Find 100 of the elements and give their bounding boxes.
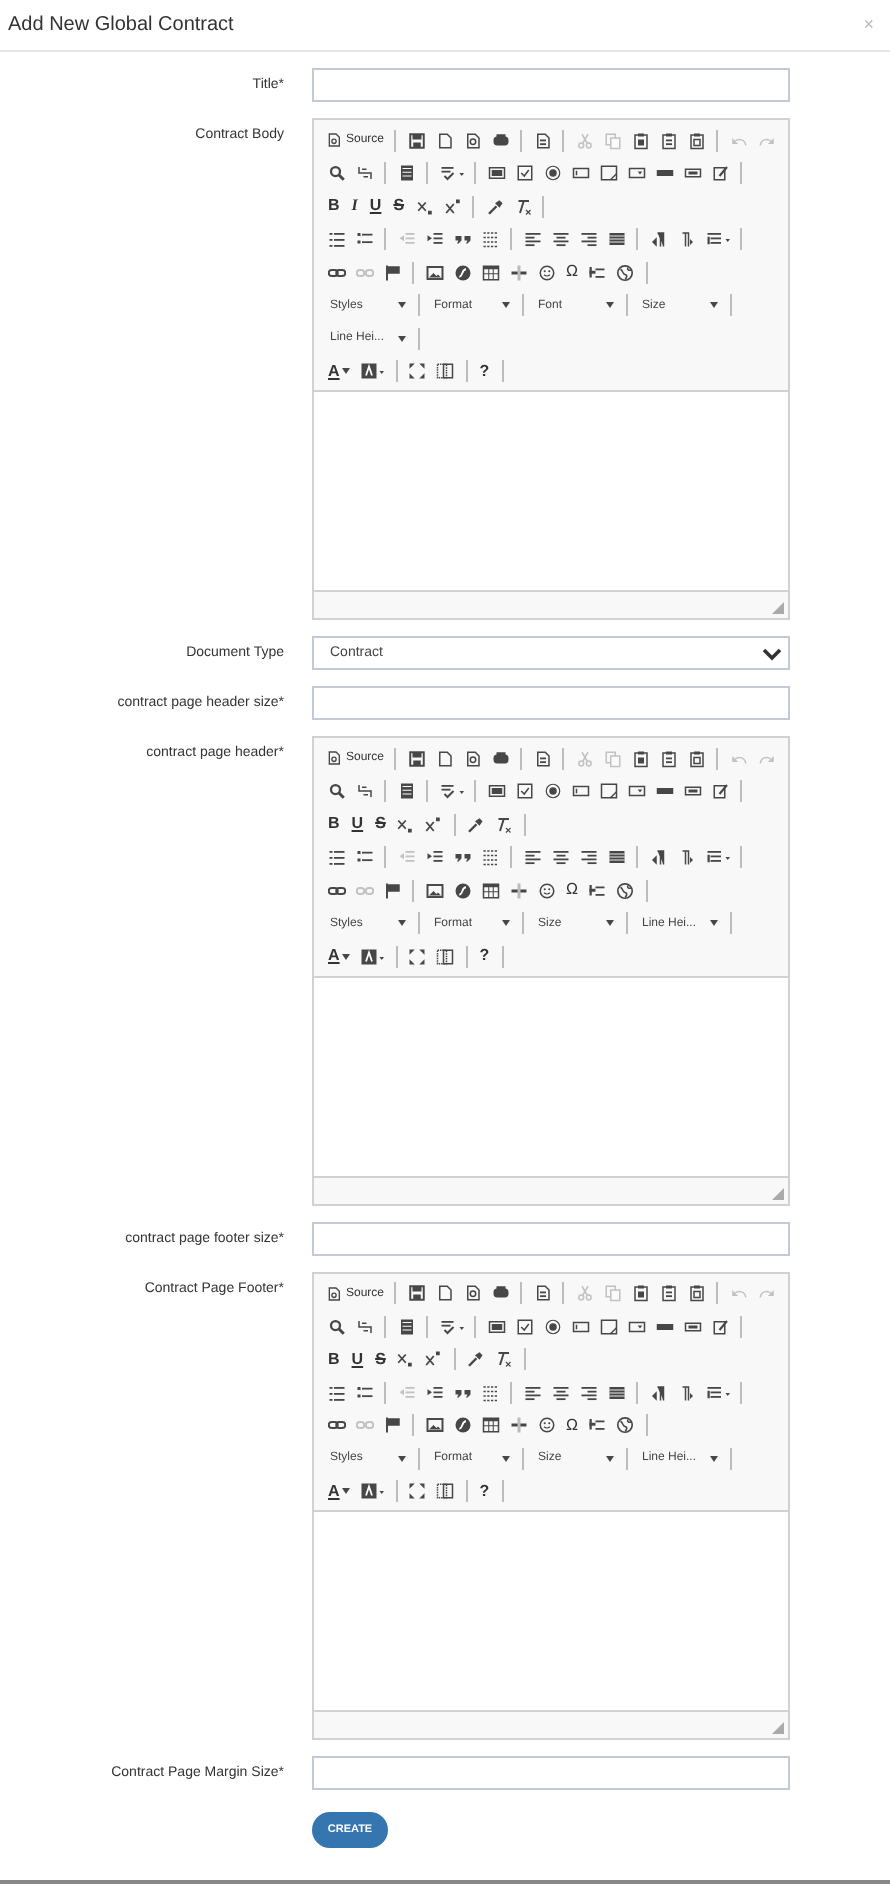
left-to-right-icon[interactable] — [649, 848, 667, 867]
bulleted-list-icon[interactable] — [355, 1383, 373, 1402]
save-icon[interactable] — [407, 749, 426, 768]
superscript-icon[interactable] — [424, 1350, 443, 1369]
template-icon[interactable] — [533, 131, 552, 150]
link-icon[interactable] — [327, 881, 345, 900]
language-icon[interactable] — [705, 848, 729, 867]
select-all-icon[interactable] — [397, 164, 415, 183]
form-icon[interactable] — [487, 782, 505, 801]
resize-grip-icon[interactable] — [772, 602, 784, 614]
quote-icon[interactable] — [453, 848, 471, 867]
align-center-icon[interactable] — [551, 1383, 569, 1402]
flash-icon[interactable] — [453, 263, 471, 282]
right-to-left-icon[interactable] — [677, 848, 695, 867]
printer-icon[interactable] — [491, 131, 510, 150]
page-break-icon[interactable] — [588, 263, 607, 282]
page-break-icon[interactable] — [588, 881, 607, 900]
replace-icon[interactable] — [355, 1317, 373, 1336]
text-area-icon[interactable] — [599, 164, 617, 183]
text-field[interactable] — [312, 1221, 790, 1255]
table-icon[interactable] — [481, 263, 499, 282]
div-icon[interactable] — [481, 848, 499, 867]
help-button[interactable]: ? — [479, 1479, 490, 1504]
select-field-icon[interactable] — [627, 782, 645, 801]
special-character-button[interactable]: Ω — [566, 878, 578, 903]
save-icon[interactable] — [407, 131, 426, 150]
div-icon[interactable] — [481, 1383, 499, 1402]
brush-icon[interactable] — [466, 815, 485, 834]
language-icon[interactable] — [705, 1383, 729, 1402]
subscript-icon[interactable] — [396, 1350, 415, 1369]
hidden-field-icon[interactable] — [711, 164, 729, 183]
search-icon[interactable] — [327, 782, 345, 801]
globe-icon[interactable] — [616, 1416, 635, 1435]
select-all-icon[interactable] — [397, 1317, 415, 1336]
printer-icon[interactable] — [491, 1284, 510, 1303]
globe-icon[interactable] — [616, 881, 635, 900]
checkbox-icon[interactable] — [515, 782, 533, 801]
flash-icon[interactable] — [453, 881, 471, 900]
right-to-left-icon[interactable] — [677, 230, 695, 249]
smiley-icon[interactable] — [537, 1416, 555, 1435]
strikethrough-button[interactable]: S — [393, 194, 405, 219]
maximize-icon[interactable] — [408, 1482, 427, 1501]
image-icon[interactable] — [425, 881, 443, 900]
show-blocks-icon[interactable] — [436, 362, 455, 381]
replace-icon[interactable] — [355, 782, 373, 801]
left-to-right-icon[interactable] — [649, 230, 667, 249]
text-color-button[interactable]: A — [328, 1479, 350, 1504]
image-button-icon[interactable] — [683, 164, 701, 183]
page-break-icon[interactable] — [588, 1416, 607, 1435]
clipboard-icon[interactable] — [659, 749, 678, 768]
numbered-list-icon[interactable] — [327, 230, 345, 249]
help-button[interactable]: ? — [479, 944, 490, 969]
align-right-icon[interactable] — [579, 848, 597, 867]
justify-icon[interactable] — [607, 1383, 625, 1402]
bulleted-list-icon[interactable] — [355, 848, 373, 867]
subscript-icon[interactable] — [396, 815, 415, 834]
align-right-icon[interactable] — [579, 1383, 597, 1402]
special-character-button[interactable]: Ω — [566, 260, 578, 285]
radio-icon[interactable] — [543, 1317, 561, 1336]
select-field-icon[interactable] — [627, 164, 645, 183]
smiley-icon[interactable] — [537, 263, 555, 282]
clipboard-icon[interactable] — [659, 131, 678, 150]
language-icon[interactable] — [705, 230, 729, 249]
globe-icon[interactable] — [616, 263, 635, 282]
image-icon[interactable] — [425, 1416, 443, 1435]
clipboard-icon[interactable] — [631, 749, 650, 768]
text-area-icon[interactable] — [599, 782, 617, 801]
resize-grip-icon[interactable] — [772, 1187, 784, 1199]
text-field[interactable] — [312, 1756, 790, 1790]
align-left-icon[interactable] — [523, 230, 541, 249]
bold-button[interactable]: B — [328, 812, 340, 837]
left-to-right-icon[interactable] — [649, 1383, 667, 1402]
background-color-icon[interactable] — [360, 362, 385, 381]
numbered-list-icon[interactable] — [327, 1383, 345, 1402]
select-field-icon[interactable] — [627, 1317, 645, 1336]
horizontal-rule-icon[interactable] — [509, 881, 527, 900]
clipboard-icon[interactable] — [631, 131, 650, 150]
select-all-icon[interactable] — [397, 782, 415, 801]
clipboard-icon[interactable] — [659, 1284, 678, 1303]
superscript-icon[interactable] — [424, 815, 443, 834]
text-color-button[interactable]: A — [328, 359, 350, 384]
text-color-button[interactable]: A — [328, 944, 350, 969]
radio-icon[interactable] — [543, 782, 561, 801]
spellcheck-icon[interactable] — [439, 782, 463, 801]
align-left-icon[interactable] — [523, 848, 541, 867]
special-character-button[interactable]: Ω — [566, 1413, 578, 1438]
clear-format-icon[interactable] — [494, 1350, 513, 1369]
show-blocks-icon[interactable] — [436, 1482, 455, 1501]
underline-button[interactable]: U — [351, 812, 364, 837]
spellcheck-icon[interactable] — [439, 164, 463, 183]
maximize-icon[interactable] — [408, 947, 427, 966]
flag-icon[interactable] — [383, 881, 401, 900]
image-icon[interactable] — [425, 263, 443, 282]
text-field-icon[interactable] — [571, 782, 589, 801]
help-button[interactable]: ? — [479, 359, 490, 384]
image-button-icon[interactable] — [683, 782, 701, 801]
brush-icon[interactable] — [485, 197, 504, 216]
numbered-list-icon[interactable] — [327, 848, 345, 867]
justify-icon[interactable] — [607, 230, 625, 249]
page-icon[interactable] — [435, 1284, 454, 1303]
